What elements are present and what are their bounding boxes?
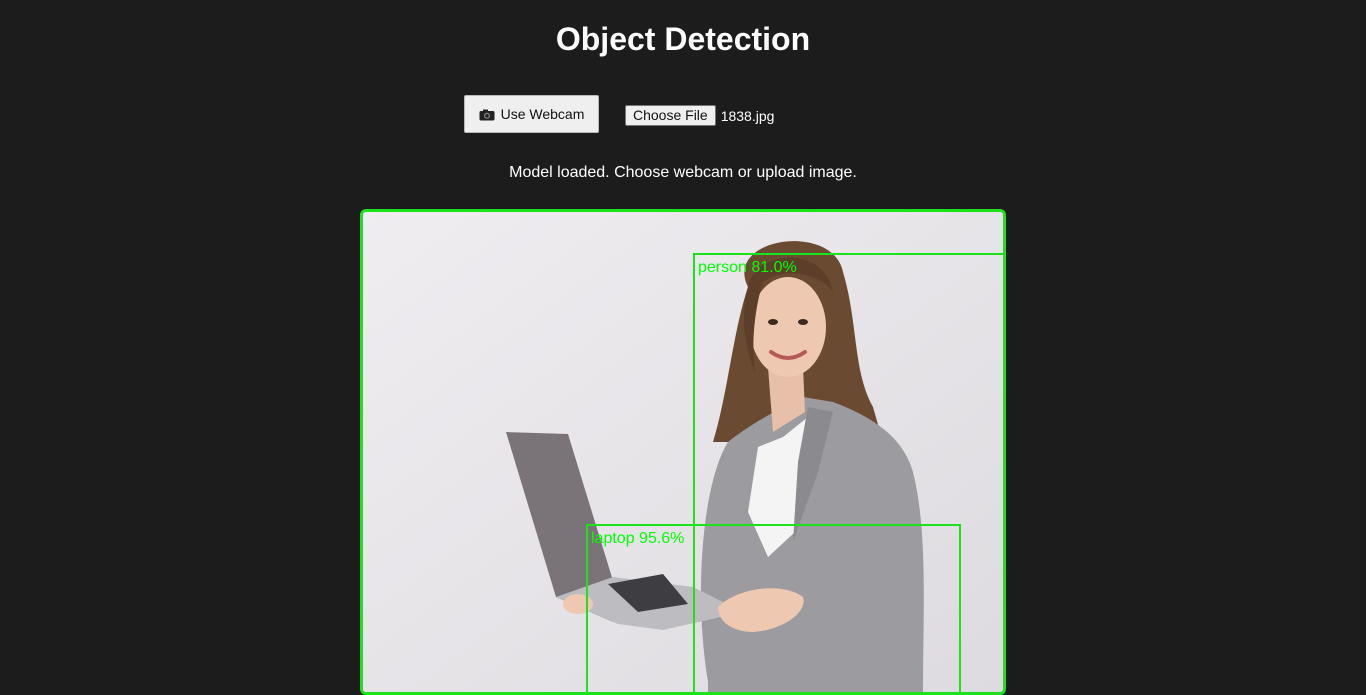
camera-icon — [479, 108, 495, 121]
file-name: 1838.jpg — [720, 107, 775, 124]
detection-label-laptop: laptop 95.6% — [591, 530, 685, 547]
choose-file-button[interactable]: Choose File — [625, 105, 716, 126]
use-webcam-label: Use Webcam — [500, 106, 585, 122]
status-message: Model loaded. Choose webcam or upload im… — [509, 164, 857, 181]
page-title: Object Detection — [555, 21, 811, 57]
detection-label-person: person 81.0% — [698, 259, 797, 276]
detection-image-frame: person 81.0% laptop 95.6% — [360, 209, 1006, 695]
file-upload-input[interactable]: Choose File 1838.jpg — [625, 105, 774, 126]
detection-box-laptop — [586, 524, 961, 692]
use-webcam-button[interactable]: Use Webcam — [464, 95, 599, 133]
